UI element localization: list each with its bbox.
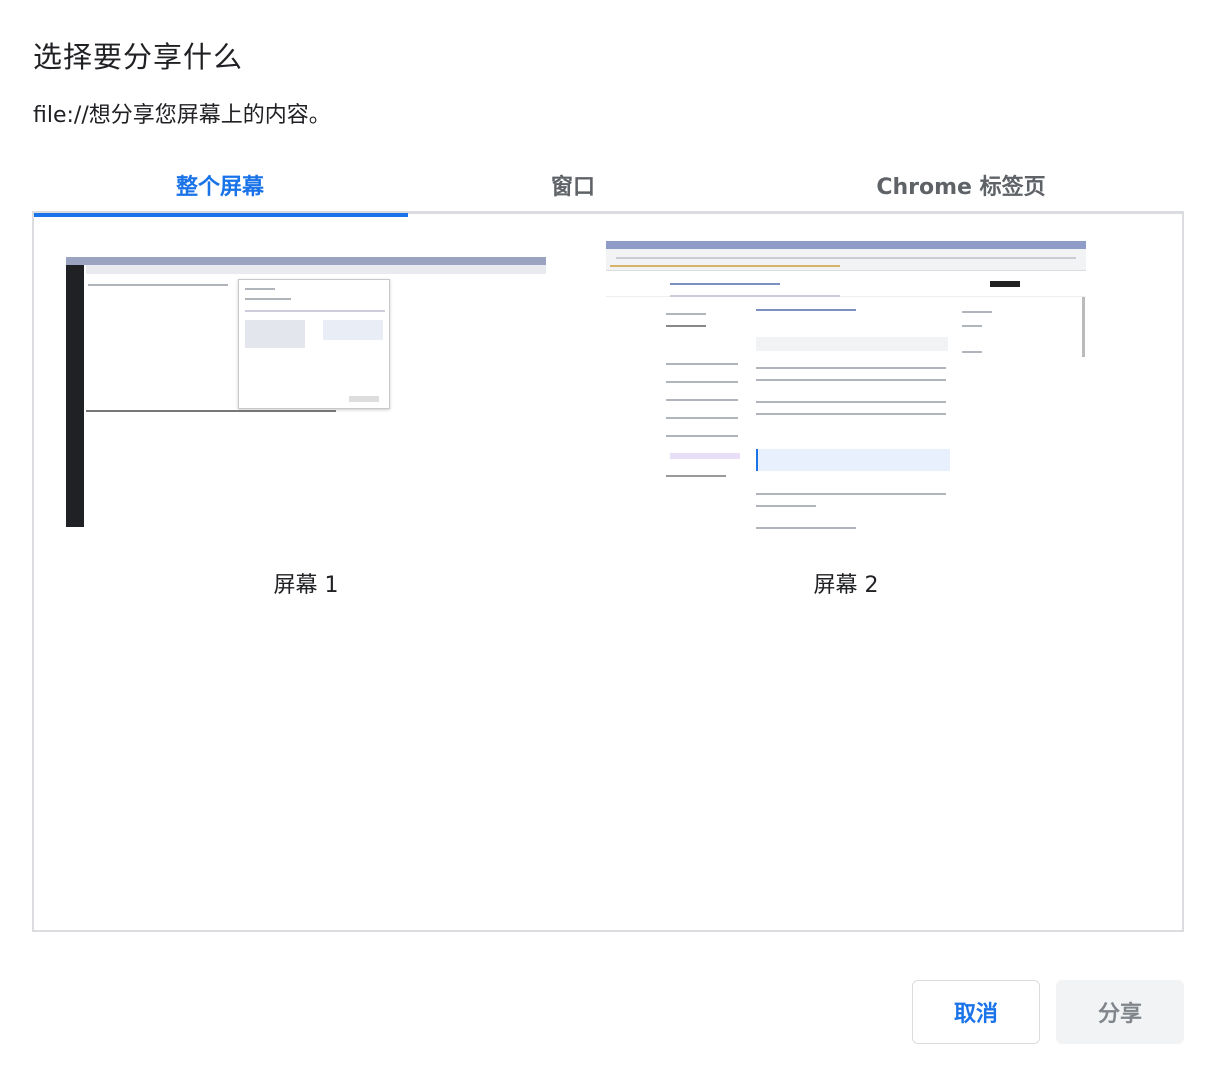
screen-label-2: 屏幕 2 — [813, 573, 879, 598]
screen-thumbnail-1 — [66, 257, 546, 527]
screen-thumbnail-2 — [606, 241, 1086, 543]
source-list-panel: 屏幕 1 屏幕 2 — [32, 213, 1184, 932]
screen-option-2[interactable]: 屏幕 2 — [604, 241, 1088, 601]
tab-chrome-tab[interactable]: Chrome 标签页 — [738, 156, 1184, 214]
share-button[interactable]: 分享 — [1056, 980, 1184, 1044]
tab-entire-screen[interactable]: 整个屏幕 — [32, 156, 408, 217]
tab-window[interactable]: 窗口 — [408, 156, 738, 214]
source-tabs: 整个屏幕 窗口 Chrome 标签页 — [32, 156, 1184, 217]
share-screen-dialog: 选择要分享什么 file://想分享您屏幕上的内容。 整个屏幕 窗口 Chrom… — [0, 0, 1216, 1076]
dialog-subtitle: file://想分享您屏幕上的内容。 — [33, 103, 331, 128]
screen-label-1: 屏幕 1 — [273, 573, 339, 598]
cancel-button[interactable]: 取消 — [912, 980, 1040, 1044]
screen-option-1[interactable]: 屏幕 1 — [64, 241, 548, 601]
dialog-title: 选择要分享什么 — [33, 40, 244, 74]
